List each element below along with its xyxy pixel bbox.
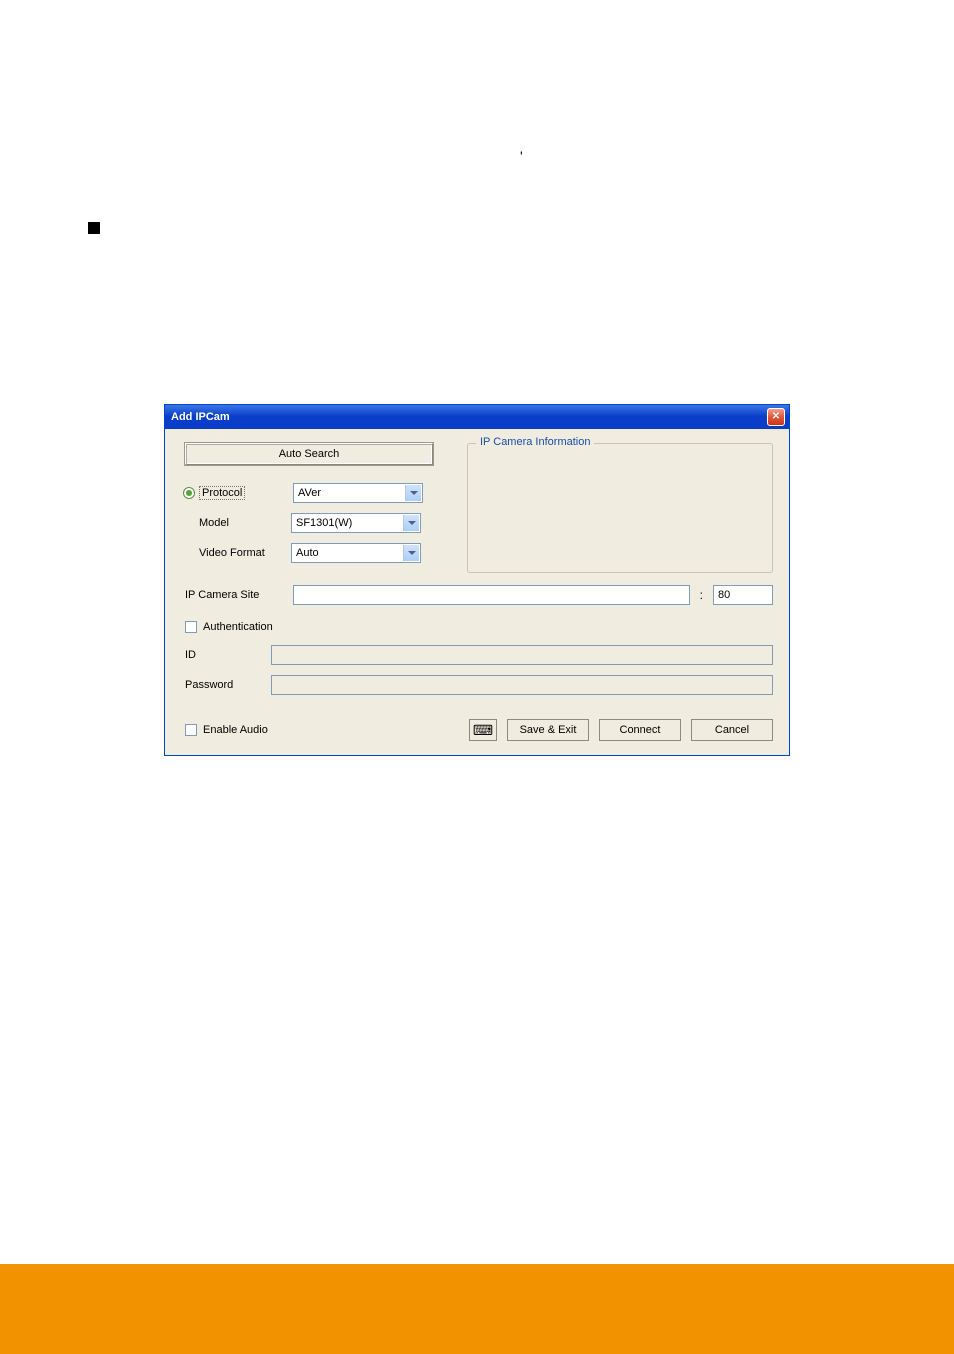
video-format-select[interactable]: Auto [291, 543, 421, 563]
ip-camera-site-label: IP Camera Site [181, 589, 293, 601]
keyboard-icon: ⌨ [473, 722, 493, 739]
ip-camera-site-input[interactable] [293, 585, 690, 605]
add-ipcam-dialog: Add IPCam ✕ Auto Search Protocol AVer [164, 404, 790, 756]
close-icon: ✕ [772, 411, 780, 422]
id-input[interactable] [271, 645, 773, 665]
protocol-radio[interactable] [183, 487, 195, 499]
enable-audio-label: Enable Audio [203, 724, 268, 736]
model-select[interactable]: SF1301(W) [291, 513, 421, 533]
video-format-label: Video Format [181, 547, 291, 559]
id-label: ID [181, 649, 271, 661]
password-input[interactable] [271, 675, 773, 695]
password-label: Password [181, 679, 271, 691]
protocol-select[interactable]: AVer [293, 483, 423, 503]
save-exit-button[interactable]: Save & Exit [507, 719, 589, 741]
video-format-value: Auto [296, 547, 319, 559]
chevron-down-icon [403, 545, 419, 561]
stray-apostrophe: ' [520, 148, 523, 164]
titlebar[interactable]: Add IPCam ✕ [165, 405, 789, 429]
protocol-label: Protocol [199, 486, 245, 500]
auto-search-button[interactable]: Auto Search [185, 443, 433, 465]
model-label: Model [181, 517, 291, 529]
dialog-title: Add IPCam [171, 411, 230, 423]
protocol-value: AVer [298, 487, 321, 499]
port-separator: : [700, 588, 703, 602]
dialog-body: Auto Search Protocol AVer Model SF1301(W… [165, 429, 789, 755]
ip-camera-info-group: IP Camera Information [467, 443, 773, 573]
port-input[interactable] [713, 585, 773, 605]
virtual-keyboard-button[interactable]: ⌨ [469, 719, 497, 741]
cancel-button[interactable]: Cancel [691, 719, 773, 741]
chevron-down-icon [403, 515, 419, 531]
footer-orange-bar [0, 1264, 954, 1354]
authentication-label: Authentication [203, 621, 273, 633]
close-button[interactable]: ✕ [767, 408, 785, 426]
model-value: SF1301(W) [296, 517, 352, 529]
connect-button[interactable]: Connect [599, 719, 681, 741]
bullet-square [88, 222, 100, 234]
groupbox-title: IP Camera Information [476, 436, 594, 448]
authentication-checkbox[interactable] [185, 621, 197, 633]
chevron-down-icon [405, 485, 421, 501]
enable-audio-checkbox[interactable] [185, 724, 197, 736]
